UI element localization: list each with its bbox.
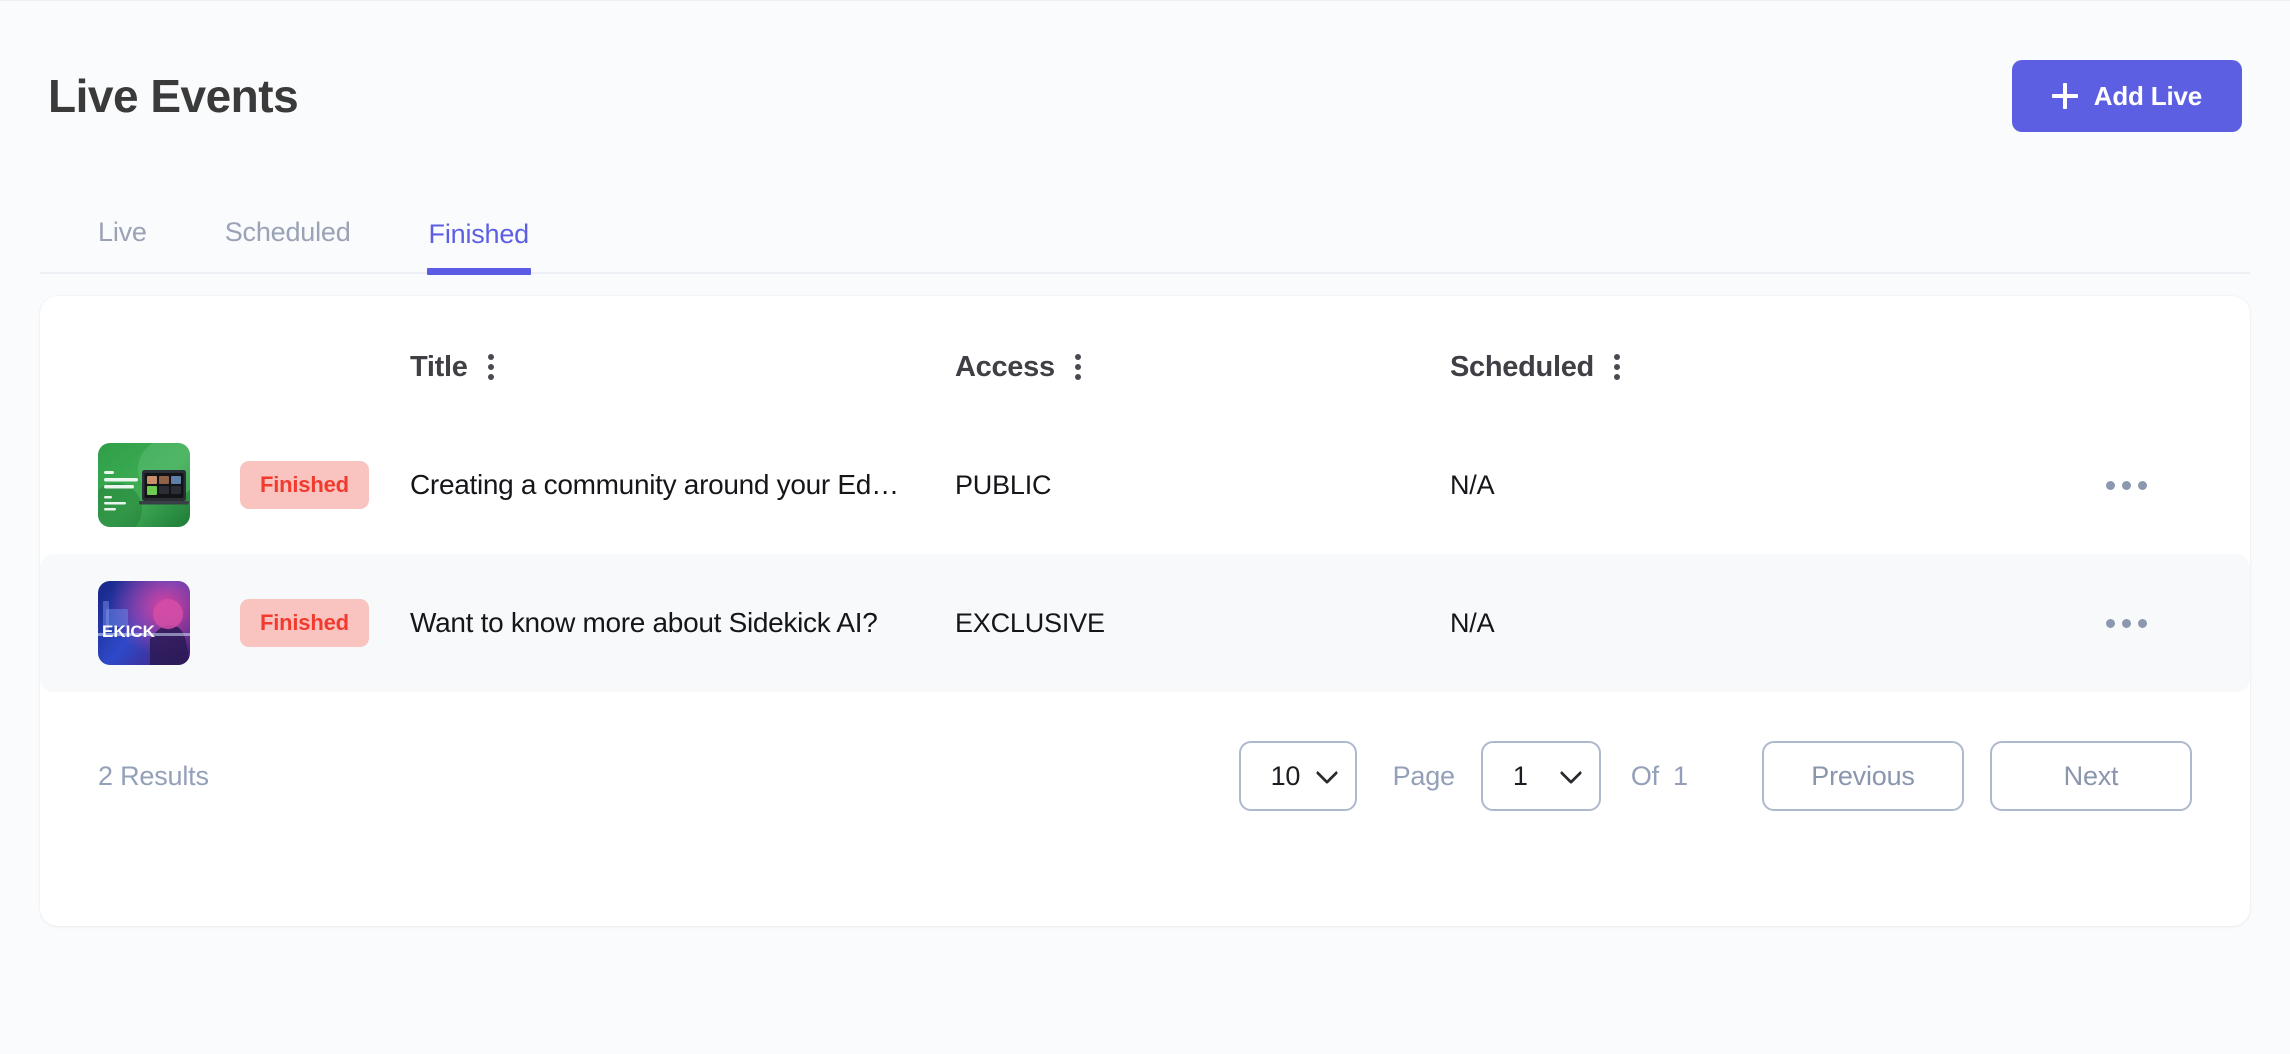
next-button[interactable]: Next [1990, 741, 2192, 811]
tab-live[interactable]: Live [98, 203, 147, 272]
row-thumbnail-cell [40, 443, 240, 527]
kebab-vertical-icon-access[interactable] [1069, 350, 1087, 384]
event-title: Creating a community around your Ed… [410, 469, 899, 500]
event-thumbnail-image [98, 443, 190, 527]
row-access-cell: PUBLIC [955, 470, 1450, 501]
tab-list: Live Scheduled Finished [40, 203, 2250, 275]
page-header: Live Events Add Live [0, 1, 2290, 191]
kebab-horizontal-icon[interactable] [2100, 609, 2153, 638]
column-header-title-label: Title [410, 350, 468, 383]
live-events-page: Live Events Add Live Live Scheduled Fini… [0, 0, 2290, 1054]
tab-finished-label: Finished [428, 219, 530, 249]
page-title: Live Events [48, 70, 299, 122]
header-cell-access: Access [955, 350, 1450, 384]
event-access: EXCLUSIVE [955, 607, 1105, 638]
add-live-button-label: Add Live [2093, 80, 2202, 111]
pagination-controls: 10 Page 1 Of 1 Previous Next [1238, 741, 2192, 811]
tab-finished[interactable]: Finished [426, 205, 532, 275]
tab-live-label: Live [98, 217, 147, 247]
event-access: PUBLIC [955, 469, 1052, 500]
event-title: Want to know more about Sidekick AI? [410, 607, 878, 638]
row-scheduled-cell: N/A [1450, 470, 2100, 501]
add-live-button[interactable]: Add Live [2011, 60, 2242, 132]
tab-scheduled[interactable]: Scheduled [225, 203, 351, 272]
row-title-cell: Creating a community around your Ed… [410, 469, 955, 501]
header-cell-scheduled: Scheduled [1450, 350, 2100, 384]
plus-icon [2051, 83, 2078, 109]
event-scheduled: N/A [1450, 607, 1495, 638]
row-status-cell: Finished [240, 599, 410, 647]
page-number-value: 1 [1512, 760, 1528, 791]
row-thumbnail-cell: EKICK [40, 581, 240, 665]
tab-scheduled-label: Scheduled [224, 217, 351, 247]
events-table: Title Access Scheduled Finished Creating… [40, 296, 2250, 692]
row-title-cell: Want to know more about Sidekick AI? [410, 607, 955, 639]
of-label: Of [1630, 760, 1659, 791]
table-row[interactable]: Finished Creating a community around you… [40, 416, 2250, 554]
page-size-select[interactable]: 10 [1238, 741, 1357, 811]
svg-text:EKICK: EKICK [102, 622, 156, 641]
previous-button[interactable]: Previous [1762, 741, 1964, 811]
column-header-scheduled-label: Scheduled [1450, 350, 1594, 383]
tabs-container: Live Scheduled Finished [0, 203, 2290, 275]
status-badge: Finished [240, 599, 369, 647]
row-scheduled-cell: N/A [1450, 608, 2100, 639]
event-scheduled: N/A [1450, 469, 1495, 500]
column-header-access-label: Access [955, 350, 1055, 383]
table-footer: 2 Results 10 Page 1 Of 1 Previous Next [40, 692, 2250, 860]
page-number-select[interactable]: 1 [1480, 741, 1601, 811]
results-count: 2 Results [98, 760, 209, 791]
row-status-cell: Finished [240, 461, 410, 509]
row-actions-cell [2100, 609, 2250, 638]
event-thumbnail-image: EKICK [98, 581, 190, 665]
page-label: Page [1392, 760, 1455, 791]
previous-button-wrap: Previous [1762, 741, 1964, 811]
kebab-vertical-icon-scheduled[interactable] [1608, 350, 1626, 384]
header-cell-title: Title [410, 350, 955, 384]
events-card: Title Access Scheduled Finished Creating… [40, 296, 2250, 926]
kebab-horizontal-icon[interactable] [2100, 471, 2153, 500]
total-pages-value: 1 [1672, 760, 1688, 791]
table-row[interactable]: EKICK Finished Want to know more about S… [40, 554, 2250, 692]
kebab-vertical-icon-title[interactable] [482, 350, 500, 384]
status-badge: Finished [240, 461, 369, 509]
row-access-cell: EXCLUSIVE [955, 608, 1450, 639]
table-header-row: Title Access Scheduled [40, 296, 2250, 416]
row-actions-cell [2100, 471, 2250, 500]
